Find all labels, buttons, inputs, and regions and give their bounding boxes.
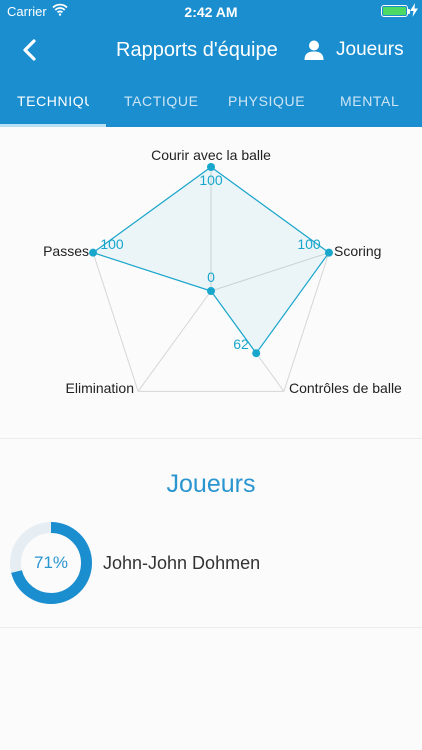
app-header: Carrier 2:42 AM Rapports d'équipe Joueur… [0, 0, 422, 127]
players-section-title: Joueurs [166, 470, 256, 498]
charging-bolt-icon [410, 3, 418, 17]
players-section: Joueurs 71% John-John Dohmen [0, 440, 422, 628]
radar-value-label: 100 [100, 236, 124, 252]
tab-tactique[interactable]: TACTIQUE [124, 90, 199, 127]
chevron-left-icon [23, 39, 36, 61]
back-button[interactable] [14, 35, 46, 65]
radar-axis-label: Contrôles de balle [289, 380, 402, 396]
tab-physique[interactable]: PHYSIQUE [228, 90, 305, 127]
player-progress-percent: 71% [33, 553, 69, 572]
status-bar: Carrier 2:42 AM [0, 0, 422, 22]
tab-label: TACTIQUE [124, 93, 199, 109]
player-row[interactable]: 71% John-John Dohmen [0, 520, 422, 606]
radar-chart: 100 100 62 100 0 Courir avec la balle Scoring C… [43, 147, 402, 396]
tab-label: MENTAL [340, 93, 400, 109]
tab-technique[interactable]: TECHNIQUE [17, 90, 89, 127]
radar-spoke [137, 290, 212, 392]
radar-axis-label: Scoring [334, 243, 381, 259]
battery-icon [381, 5, 408, 17]
status-time: 2:42 AM [184, 4, 238, 20]
radar-data-point [324, 248, 333, 257]
radar-axis-label: Courir avec la balle [151, 147, 271, 163]
radar-axis-label: Passes [43, 243, 89, 259]
radar-value-label: 100 [199, 172, 223, 188]
players-button[interactable]: Joueurs [304, 36, 404, 64]
radar-center-label: 0 [207, 269, 215, 285]
radar-data-area [91, 166, 330, 355]
radar-data-point [252, 349, 261, 358]
radar-data-point [207, 163, 215, 171]
tab-mental[interactable]: MENTAL [340, 90, 399, 127]
category-tabs: TECHNIQUE TACTIQUE PHYSIQUE MENTAL [0, 90, 422, 127]
tab-label: TECHNIQUE [17, 93, 89, 109]
radar-axis-label: Elimination [66, 380, 134, 396]
radar-data-point [207, 287, 215, 295]
battery-level [383, 7, 406, 15]
player-name: John-John Dohmen [103, 553, 261, 573]
radar-value-label: 62 [233, 336, 249, 352]
players-button-label: Joueurs [336, 39, 404, 60]
radar-chart-section: 100 100 62 100 0 Courir avec la balle Scoring C… [0, 127, 422, 439]
radar-value-label: 100 [297, 236, 321, 252]
page-title: Rapports d'équipe [116, 39, 278, 61]
tab-label: PHYSIQUE [228, 93, 306, 109]
person-icon [304, 40, 324, 60]
radar-data-point [89, 248, 98, 257]
